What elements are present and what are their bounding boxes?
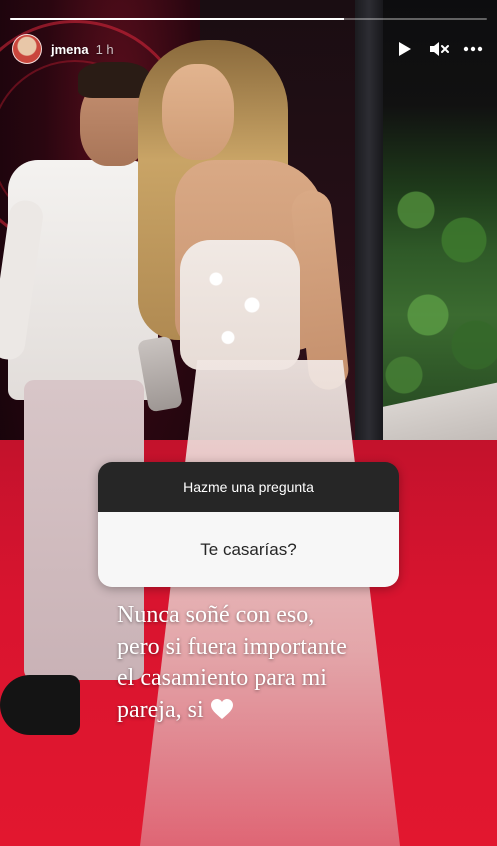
story-viewer[interactable]: jmena 1 h Hazme una pregunta Te casarías… [0, 0, 497, 846]
progress-track [10, 18, 487, 20]
plants-decoration [380, 120, 497, 420]
sticker-header: Hazme una pregunta [98, 462, 399, 512]
progress-fill [10, 18, 344, 20]
story-controls [395, 39, 483, 59]
story-progress-bar [10, 18, 487, 20]
pillar-decoration [355, 0, 383, 470]
answer-line: pareja, si [117, 696, 204, 723]
mute-button[interactable] [429, 39, 449, 59]
username[interactable]: jmena [51, 42, 89, 57]
play-button[interactable] [395, 39, 415, 59]
woman-face [162, 64, 234, 160]
avatar[interactable] [12, 34, 42, 64]
man-shoe [0, 675, 80, 735]
sticker-question: Te casarías? [200, 539, 297, 559]
heart-icon [210, 698, 233, 719]
story-header: jmena 1 h [12, 34, 485, 64]
play-icon [399, 42, 411, 56]
more-button[interactable] [463, 39, 483, 59]
answer-line: Nunca soñé con eso, [117, 602, 315, 628]
answer-line: pero si fuera importante [117, 633, 347, 660]
question-sticker[interactable]: Hazme una pregunta Te casarías? [98, 462, 399, 587]
sticker-body: Te casarías? [98, 512, 399, 587]
mute-icon [430, 42, 449, 56]
answer-line: el casamiento para mi [117, 665, 327, 691]
timestamp: 1 h [95, 41, 114, 57]
sticker-title: Hazme una pregunta [183, 479, 314, 495]
answer-line-last: pareja, si [117, 695, 447, 727]
answer-text: Nunca soñé con eso, pero si fuera import… [117, 600, 447, 726]
woman-bodice [180, 240, 300, 370]
more-icon [463, 46, 483, 52]
